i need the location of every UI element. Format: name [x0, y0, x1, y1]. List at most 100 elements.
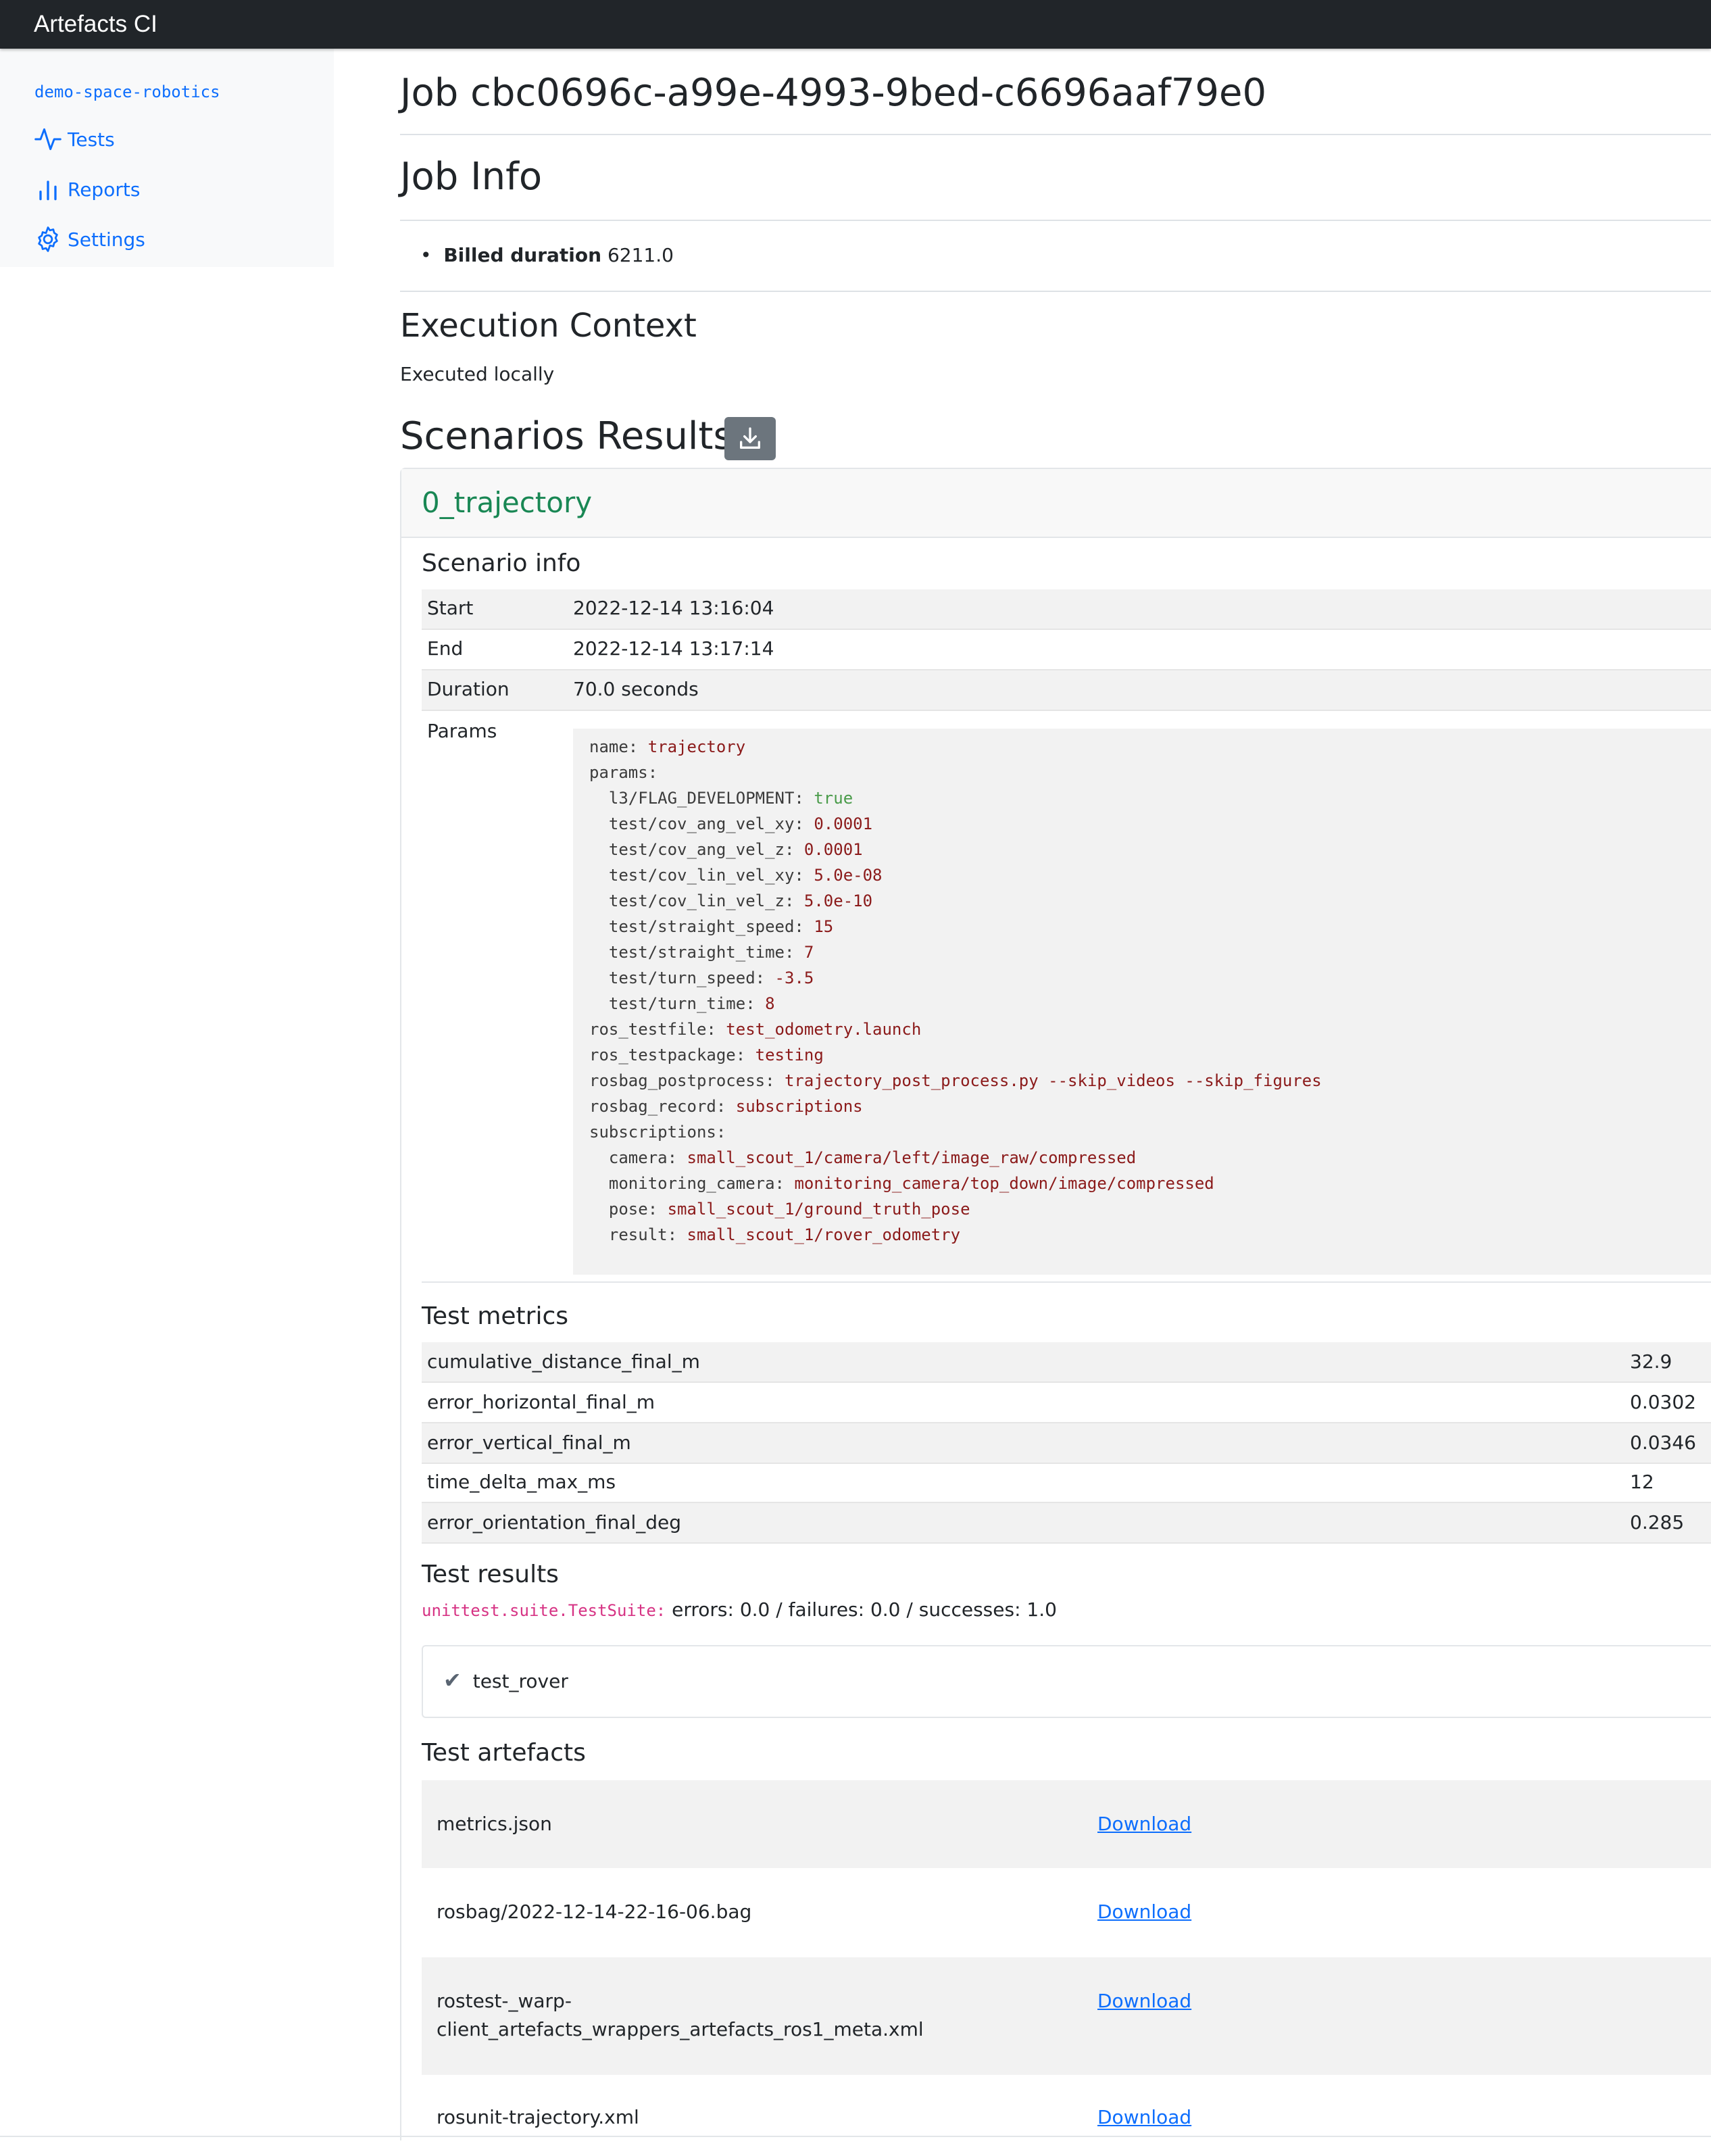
code-key: test/straight_speed: [589, 917, 814, 936]
code-key: name: [589, 737, 648, 756]
info-value: 2022-12-14 13:16:04 [573, 597, 774, 619]
code-line: params: [589, 760, 658, 785]
activity-icon [32, 124, 64, 155]
execution-context-value: Executed locally [400, 363, 555, 385]
suite-name: unittest.suite.TestSuite: [422, 1601, 666, 1620]
test-artefacts-title: Test artefacts [422, 1739, 586, 1767]
code-value: 8 [765, 994, 775, 1013]
code-key: camera: [589, 1148, 687, 1167]
code-line: rosbag_postprocess: trajectory_post_proc… [589, 1068, 1322, 1094]
code-value: -3.5 [774, 969, 814, 987]
divider [400, 134, 1711, 135]
execution-context-heading: Execution Context [400, 307, 697, 345]
brand-link[interactable]: Artefacts CI [34, 9, 157, 39]
scenario-card: 0_trajectory Scenario info Start 2022-12… [400, 468, 1711, 2140]
metric-value: 0.0346 [1630, 1431, 1696, 1454]
artefact-row: rostest-_warp- client_artefacts_wrappers… [422, 1957, 1711, 2075]
code-key: monitoring_camera: [589, 1174, 795, 1193]
metric-row: error_horizontal_final_m 0.0302 [422, 1383, 1711, 1423]
test-results-title: Test results [422, 1561, 559, 1588]
code-line: test/cov_lin_vel_xy: 5.0e-08 [589, 862, 883, 888]
gear-icon [32, 224, 64, 255]
code-line: test/turn_speed: -3.5 [589, 965, 814, 991]
bar-chart-icon [32, 174, 64, 205]
code-line: name: trajectory [589, 734, 745, 760]
artefact-download-link[interactable]: Download [1097, 1987, 1191, 2015]
code-value: small_scout_1/ground_truth_pose [667, 1200, 970, 1219]
code-key: ros_testpackage: [589, 1046, 755, 1064]
list-item: ✔ test_rover [443, 1667, 568, 1695]
metric-value: 0.0302 [1630, 1391, 1696, 1413]
top-navbar: Artefacts CI [0, 0, 1711, 49]
metric-value: 32.9 [1630, 1350, 1672, 1373]
divider [400, 291, 1711, 292]
sidebar-item-settings[interactable]: Settings [32, 222, 316, 257]
info-key: Duration [427, 678, 510, 700]
suite-summary: unittest.suite.TestSuite: errors: 0.0 / … [422, 1596, 1057, 1624]
artefact-download-link[interactable]: Download [1097, 2103, 1191, 2132]
code-value: monitoring_camera/top_down/image/compres… [794, 1174, 1214, 1193]
project-name[interactable]: demo-space-robotics [34, 82, 220, 101]
info-key: End [427, 637, 464, 660]
bullet-dot: • [420, 244, 444, 266]
code-value: test_odometry.launch [726, 1020, 922, 1039]
code-line: monitoring_camera: monitoring_camera/top… [589, 1171, 1214, 1196]
code-value: small_scout_1/camera/left/image_raw/comp… [687, 1148, 1137, 1167]
code-line: l3/FLAG_DEVELOPMENT: true [589, 785, 853, 811]
metric-name: error_vertical_final_m [427, 1431, 631, 1454]
billed-duration-value: 6211.0 [607, 244, 674, 266]
sidebar-item-reports[interactable]: Reports [32, 172, 316, 207]
scenario-name: 0_trajectory [422, 486, 593, 519]
artefact-filename: rostest-_warp- [437, 1990, 572, 2012]
code-line: test/cov_lin_vel_z: 5.0e-10 [589, 888, 872, 914]
scenario-info-title: Scenario info [422, 549, 581, 577]
test-metrics-title: Test metrics [422, 1302, 569, 1330]
code-line: pose: small_scout_1/ground_truth_pose [589, 1196, 970, 1222]
job-info-heading: Job Info [400, 155, 543, 199]
sidebar-item-tests[interactable]: Tests [32, 122, 316, 157]
metric-name: cumulative_distance_final_m [427, 1350, 700, 1373]
code-key: subscriptions: [589, 1123, 726, 1142]
artefact-filename: metrics.json [437, 1813, 552, 1835]
code-key: test/cov_lin_vel_xy: [589, 866, 814, 885]
code-line: rosbag_record: subscriptions [589, 1094, 863, 1119]
code-value: 5.0e-10 [803, 891, 873, 910]
metric-value: 0.285 [1630, 1511, 1685, 1534]
metric-row: cumulative_distance_final_m 32.9 [422, 1342, 1711, 1383]
artefact-row: metrics.json Download [422, 1780, 1711, 1868]
metric-row: error_orientation_final_deg 0.285 [422, 1503, 1711, 1544]
code-value: 15 [814, 917, 834, 936]
divider [400, 220, 1711, 221]
metric-name: error_orientation_final_deg [427, 1511, 682, 1534]
code-value: small_scout_1/rover_odometry [687, 1225, 961, 1244]
code-value: trajectory [647, 737, 746, 756]
info-value: 70.0 seconds [573, 678, 699, 700]
code-key: test/cov_ang_vel_xy: [589, 814, 814, 833]
code-value: testing [755, 1046, 824, 1064]
download-results-button[interactable] [724, 417, 776, 460]
artefact-download-link[interactable]: Download [1097, 1810, 1191, 1838]
code-value: 0.0001 [803, 840, 863, 859]
code-key: test/turn_speed: [589, 969, 775, 987]
params-code-block: name: trajectory params: l3/FLAG_DEVELOPM… [573, 729, 1711, 1275]
sidebar-item-label: Settings [68, 228, 145, 251]
artefact-filename-continued: client_artefacts_wrappers_artefacts_ros1… [437, 2018, 924, 2040]
code-line: subscriptions: [589, 1119, 726, 1145]
code-key: l3/FLAG_DEVELOPMENT: [589, 789, 814, 808]
artefact-download-link[interactable]: Download [1097, 1898, 1191, 1926]
artefact-filename: rosunit-trajectory.xml [437, 2106, 639, 2128]
info-row-start: Start 2022-12-14 13:16:04 [422, 589, 1711, 630]
code-key: test/straight_time: [589, 943, 804, 962]
scenario-card-header: 0_trajectory [401, 469, 1711, 538]
artefact-row: rosunit-trajectory.xml Download [422, 2075, 1711, 2156]
code-value: trajectory_post_process.py --skip_videos… [784, 1071, 1322, 1090]
code-line: test/turn_time: 8 [589, 991, 775, 1016]
code-key: ros_testfile: [589, 1020, 726, 1039]
suite-summary-text: errors: 0.0 / failures: 0.0 / successes:… [666, 1598, 1057, 1621]
page-bottom-edge [0, 2136, 1711, 2137]
divider [422, 1281, 1711, 1283]
code-value: subscriptions [735, 1097, 863, 1116]
code-key: params: [589, 763, 658, 782]
code-key: rosbag_postprocess: [589, 1071, 785, 1090]
billed-duration-item: • Billed duration 6211.0 [420, 242, 674, 269]
